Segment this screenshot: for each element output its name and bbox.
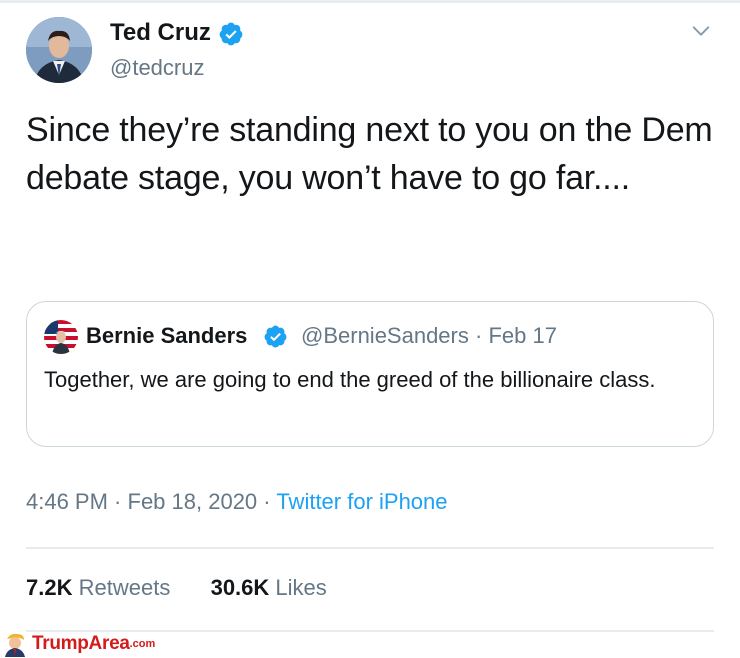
meta-separator: · <box>468 323 489 348</box>
top-divider <box>0 0 740 3</box>
quoted-meta: @BernieSanders · Feb 17 <box>301 323 557 349</box>
quoted-author-name[interactable]: Bernie Sanders <box>86 323 247 349</box>
stats-divider-top <box>26 547 714 549</box>
quoted-tweet-card[interactable]: Bernie Sanders @BernieSanders · Feb 17 T… <box>26 301 714 447</box>
watermark: TrumpArea .com <box>2 631 155 657</box>
retweets-stat[interactable]: 7.2K Retweets <box>26 575 170 600</box>
retweets-count: 7.2K <box>26 575 73 600</box>
quoted-date[interactable]: Feb 17 <box>488 323 557 348</box>
meta-separator: · <box>107 489 128 514</box>
watermark-brand: TrumpArea <box>32 633 130 654</box>
tweet-text: Since they’re standing next to you on th… <box>26 111 713 197</box>
quoted-author-handle[interactable]: @BernieSanders <box>301 323 469 348</box>
tweet-timestamp: 4:46 PM · Feb 18, 2020 · Twitter for iPh… <box>26 489 448 515</box>
tweet-date[interactable]: Feb 18, 2020 <box>128 489 258 514</box>
tweet-source-link[interactable]: Twitter for iPhone <box>276 489 447 514</box>
meta-separator: · <box>257 489 277 514</box>
tweet-time[interactable]: 4:46 PM <box>26 489 108 514</box>
tweet-stats: 7.2K Retweets 30.6K Likes <box>26 575 327 601</box>
watermark-domain: .com <box>129 638 156 650</box>
author-avatar[interactable] <box>26 17 92 83</box>
chevron-down-icon[interactable] <box>690 20 712 42</box>
retweets-label: Retweets <box>78 575 171 600</box>
likes-count: 30.6K <box>210 575 270 600</box>
author-handle[interactable]: @tedcruz <box>110 55 204 81</box>
verified-badge-icon <box>264 325 287 348</box>
watermark-logo-icon <box>5 633 25 657</box>
quoted-author-avatar[interactable] <box>44 320 78 354</box>
likes-stat[interactable]: 30.6K Likes <box>211 575 327 600</box>
author-name[interactable]: Ted Cruz <box>110 19 211 47</box>
quoted-tweet-text: Together, we are going to end the greed … <box>44 367 656 392</box>
likes-label: Likes <box>275 575 327 600</box>
verified-badge-icon <box>219 22 243 46</box>
